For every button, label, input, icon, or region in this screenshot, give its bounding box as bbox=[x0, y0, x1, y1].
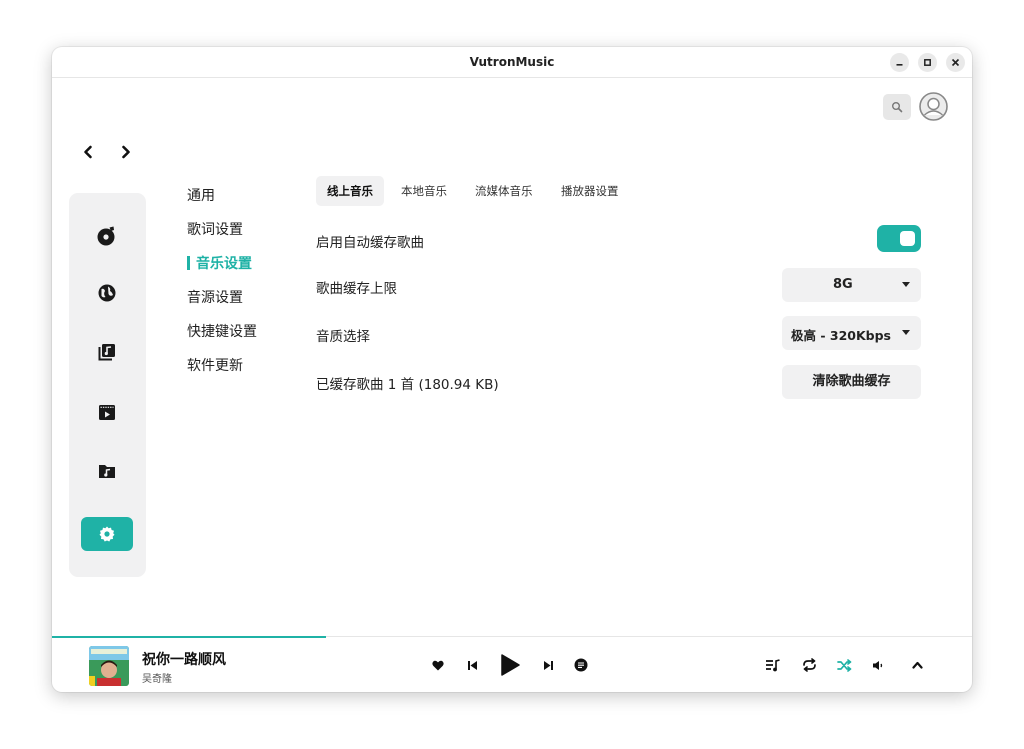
tab-player-settings[interactable]: 播放器设置 bbox=[550, 176, 630, 206]
forward-button[interactable] bbox=[118, 142, 134, 162]
album-art bbox=[89, 646, 129, 686]
lyrics-icon bbox=[574, 658, 588, 672]
like-button[interactable] bbox=[430, 657, 446, 673]
back-button[interactable] bbox=[80, 142, 96, 162]
tab-online-music[interactable]: 线上音乐 bbox=[316, 176, 384, 206]
clear-cache-button[interactable]: 清除歌曲缓存 bbox=[782, 365, 921, 399]
auto-cache-label: 启用自动缓存歌曲 bbox=[316, 235, 424, 251]
settings-nav-lyrics[interactable]: 歌词设置 bbox=[187, 219, 307, 239]
playlist-icon bbox=[766, 658, 780, 671]
next-button[interactable] bbox=[540, 657, 556, 673]
sidebar-item-home[interactable] bbox=[81, 219, 133, 253]
previous-icon bbox=[467, 660, 477, 670]
next-icon bbox=[543, 660, 553, 670]
player-bar: 祝你一路顺风 吴奇隆 bbox=[52, 636, 972, 692]
minimize-button[interactable] bbox=[890, 53, 909, 72]
close-icon bbox=[951, 58, 960, 67]
settings-nav-shortcuts[interactable]: 快捷键设置 bbox=[187, 321, 307, 341]
expand-button[interactable] bbox=[909, 657, 925, 673]
sidebar-item-local-music[interactable] bbox=[81, 454, 133, 488]
settings-nav-music[interactable]: 音乐设置 bbox=[187, 253, 307, 273]
progress-bar[interactable] bbox=[52, 636, 326, 638]
cache-limit-select[interactable]: 8G bbox=[782, 268, 921, 302]
lyrics-button[interactable] bbox=[573, 657, 589, 673]
music-library-icon bbox=[98, 344, 115, 361]
video-icon bbox=[99, 405, 115, 420]
toggle-knob bbox=[900, 231, 915, 246]
play-button[interactable] bbox=[498, 653, 522, 677]
chevron-up-icon bbox=[911, 661, 923, 669]
minimize-icon bbox=[896, 64, 903, 66]
volume-button[interactable] bbox=[870, 657, 886, 673]
dropdown-arrow-icon bbox=[902, 330, 910, 335]
quality-select[interactable]: 极高 - 320Kbps bbox=[782, 316, 921, 350]
settings-nav-music-label: 音乐设置 bbox=[196, 256, 252, 272]
sidebar bbox=[69, 193, 146, 577]
globe-icon bbox=[98, 284, 116, 302]
maximize-button[interactable] bbox=[918, 53, 937, 72]
search-icon bbox=[892, 102, 903, 113]
chevron-right-icon bbox=[122, 145, 130, 159]
cached-songs-label: 已缓存歌曲 1 首 (180.94 KB) bbox=[316, 377, 499, 393]
cache-limit-value: 8G bbox=[833, 277, 853, 292]
sidebar-item-settings[interactable] bbox=[81, 517, 133, 551]
volume-icon bbox=[873, 660, 883, 670]
titlebar: VutronMusic bbox=[52, 47, 972, 78]
active-indicator bbox=[187, 256, 190, 270]
tab-local-music[interactable]: 本地音乐 bbox=[390, 176, 458, 206]
settings-nav-update[interactable]: 软件更新 bbox=[187, 355, 307, 375]
close-button[interactable] bbox=[946, 53, 965, 72]
shuffle-button[interactable] bbox=[835, 657, 853, 673]
maximize-icon bbox=[924, 59, 931, 66]
quality-value: 极高 - 320Kbps bbox=[790, 328, 891, 343]
avatar[interactable] bbox=[919, 92, 948, 121]
music-folder-icon bbox=[99, 465, 115, 478]
previous-button[interactable] bbox=[464, 657, 480, 673]
chevron-left-icon bbox=[84, 145, 92, 159]
search-button[interactable] bbox=[883, 94, 911, 120]
album-cover[interactable] bbox=[89, 646, 129, 686]
playlist-button[interactable] bbox=[764, 657, 782, 673]
heart-icon bbox=[432, 660, 444, 670]
song-artist[interactable]: 吴奇隆 bbox=[142, 670, 172, 685]
settings-nav-general[interactable]: 通用 bbox=[187, 185, 307, 205]
auto-cache-toggle[interactable] bbox=[877, 225, 921, 252]
music-disc-icon bbox=[97, 226, 115, 246]
cache-limit-label: 歌曲缓存上限 bbox=[316, 281, 397, 297]
settings-nav-source[interactable]: 音源设置 bbox=[187, 287, 307, 307]
user-avatar-icon bbox=[919, 92, 948, 121]
window-title: VutronMusic bbox=[469, 55, 555, 69]
app-window: VutronMusic 通用 歌词设置 音乐设置 音源设置 快捷键设置 软件更新… bbox=[52, 47, 972, 692]
play-icon bbox=[501, 654, 520, 676]
repeat-icon bbox=[802, 658, 816, 672]
sidebar-item-library[interactable] bbox=[81, 335, 133, 369]
sidebar-item-explore[interactable] bbox=[81, 276, 133, 310]
tab-streaming-music[interactable]: 流媒体音乐 bbox=[464, 176, 544, 206]
shuffle-icon bbox=[836, 658, 851, 672]
repeat-button[interactable] bbox=[800, 657, 818, 673]
gear-icon bbox=[99, 526, 115, 542]
dropdown-arrow-icon bbox=[902, 282, 910, 287]
song-title[interactable]: 祝你一路顺风 bbox=[142, 649, 226, 669]
sidebar-item-video[interactable] bbox=[81, 395, 133, 429]
quality-label: 音质选择 bbox=[316, 329, 370, 345]
